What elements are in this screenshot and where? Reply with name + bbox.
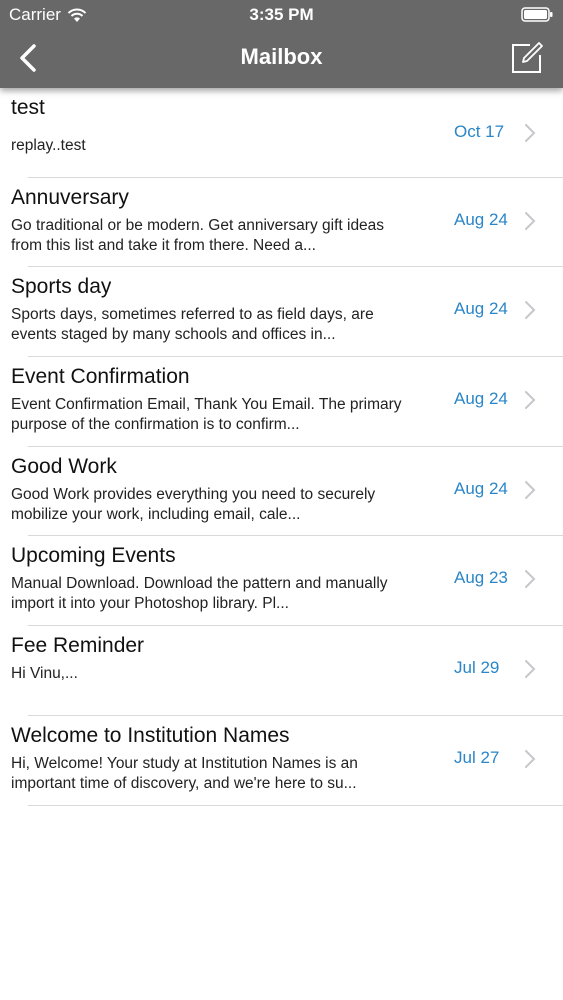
mail-date: Jul 29 bbox=[454, 658, 500, 678]
mail-preview: Go traditional or be modern. Get anniver… bbox=[11, 216, 385, 254]
mail-item-welcome[interactable]: Welcome to Institution Names Hi, Welcome… bbox=[0, 716, 563, 806]
mail-date: Aug 24 bbox=[454, 209, 508, 229]
page-title: Mailbox bbox=[240, 44, 323, 69]
mail-preview: Manual Download. Download the pattern an… bbox=[11, 575, 388, 613]
mail-subject: Good Work bbox=[11, 454, 117, 478]
chevron-right-icon bbox=[525, 570, 536, 589]
mail-subject: Sports day bbox=[11, 275, 112, 299]
mail-subject: Welcome to Institution Names bbox=[11, 723, 290, 747]
status-bar: Carrier 3:35 PM bbox=[0, 0, 563, 30]
chevron-right-icon bbox=[525, 124, 536, 142]
mail-item-fee-reminder[interactable]: Fee Reminder Hi Vinu,... Jul 29 bbox=[0, 626, 563, 716]
mail-date: Oct 17 bbox=[454, 122, 505, 141]
chevron-right-icon bbox=[525, 301, 536, 320]
mail-preview: Good Work provides everything you need t… bbox=[11, 485, 376, 523]
mail-item-upcoming-events[interactable]: Upcoming Events Manual Download. Downloa… bbox=[0, 536, 563, 626]
top-bar: Carrier 3:35 PM Mailbox bbox=[0, 0, 563, 88]
status-time: 3:35 PM bbox=[249, 5, 314, 24]
mail-preview: Sports days, sometimes referred to as fi… bbox=[11, 306, 374, 344]
chevron-right-icon bbox=[525, 391, 536, 410]
mail-preview: Hi, Welcome! Your study at Institution N… bbox=[11, 754, 358, 792]
mail-preview: Hi Vinu,... bbox=[11, 665, 78, 683]
mail-item-event-confirmation[interactable]: Event Confirmation Event Confirmation Em… bbox=[0, 357, 563, 447]
mail-preview: Event Confirmation Email, Thank You Emai… bbox=[11, 396, 402, 434]
mail-date: Aug 23 bbox=[454, 568, 508, 588]
mail-subject: Upcoming Events bbox=[11, 544, 176, 568]
mail-item-test[interactable]: test replay..test Oct 17 bbox=[0, 88, 563, 178]
mail-date: Aug 24 bbox=[454, 478, 508, 498]
chevron-right-icon bbox=[525, 660, 536, 679]
chevron-right-icon bbox=[525, 211, 536, 230]
mail-date: Aug 24 bbox=[454, 389, 508, 409]
compose-button[interactable] bbox=[507, 38, 547, 78]
mail-subject: Fee Reminder bbox=[11, 634, 145, 658]
mail-date: Aug 24 bbox=[454, 299, 508, 319]
chevron-right-icon bbox=[525, 749, 536, 768]
mail-subject: Annuversary bbox=[11, 185, 129, 209]
mail-preview: replay..test bbox=[11, 137, 86, 154]
battery-icon bbox=[521, 7, 553, 22]
mail-subject: Event Confirmation bbox=[11, 365, 190, 389]
chevron-right-icon bbox=[525, 480, 536, 499]
compose-icon bbox=[512, 42, 543, 73]
mail-item-annuversary[interactable]: Annuversary Go traditional or be modern.… bbox=[0, 178, 563, 268]
mail-item-sports-day[interactable]: Sports day Sports days, sometimes referr… bbox=[0, 267, 563, 357]
mail-item-good-work[interactable]: Good Work Good Work provides everything … bbox=[0, 447, 563, 537]
mail-date: Jul 27 bbox=[454, 747, 500, 767]
mail-subject: test bbox=[11, 96, 45, 119]
mail-list: test replay..test Oct 17 Annuversary Go … bbox=[0, 88, 563, 806]
nav-bar: Mailbox bbox=[0, 30, 563, 88]
